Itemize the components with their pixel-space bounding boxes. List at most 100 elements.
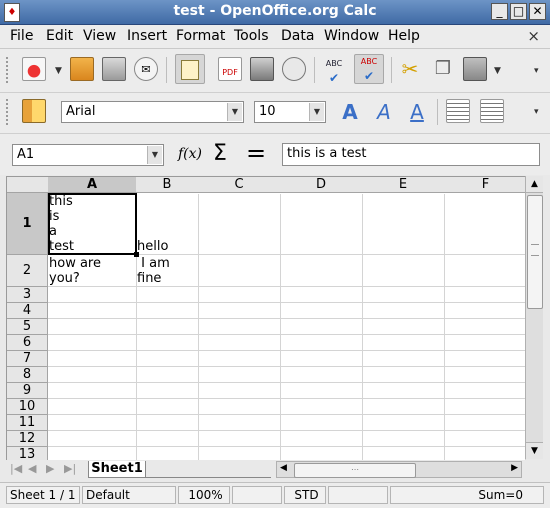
grid-line <box>48 302 526 303</box>
email-icon[interactable]: ✉ <box>134 57 158 81</box>
menu-help[interactable]: Help <box>388 28 420 44</box>
autospellcheck-icon[interactable]: ABC ✔ <box>354 54 384 84</box>
status-selection-mode[interactable]: STD <box>284 486 326 504</box>
row-header-10[interactable]: 10 <box>7 399 48 415</box>
status-zoom[interactable]: 100% <box>178 486 230 504</box>
new-document-icon[interactable] <box>22 57 46 81</box>
next-sheet-icon[interactable]: ▶ <box>46 462 54 475</box>
menu-tools[interactable]: Tools <box>234 28 269 44</box>
font-name-box[interactable]: Arial ▼ <box>61 101 244 123</box>
page-preview-icon[interactable] <box>282 57 306 81</box>
edit-file-icon[interactable] <box>175 54 205 84</box>
row-header-13[interactable]: 13 <box>7 447 48 460</box>
open-icon[interactable] <box>70 57 94 81</box>
vertical-scrollbar[interactable]: ▲ ▼ <box>525 176 543 459</box>
function-wizard-icon[interactable]: f(x) <box>178 146 202 162</box>
cut-icon[interactable]: ✂ <box>398 57 422 81</box>
close-document-button[interactable]: × <box>527 27 540 45</box>
column-header-d[interactable]: D <box>280 177 363 193</box>
standard-toolbar: ▼ ✉ PDF ABC ✔ ABC ✔ ✂ ❐ ▼ ▾ <box>0 49 550 93</box>
spellcheck-icon[interactable]: ABC ✔ <box>322 57 346 85</box>
toolbar-overflow-icon[interactable]: ▾ <box>534 66 539 76</box>
toolbar-grip[interactable] <box>6 57 12 83</box>
align-center-icon[interactable] <box>480 99 504 123</box>
name-box[interactable]: A1 ▼ <box>12 144 164 166</box>
tab-area-divider <box>146 463 271 478</box>
copy-icon[interactable]: ❐ <box>431 57 455 81</box>
status-sum: Sum=0 <box>390 486 544 504</box>
row-header-4[interactable]: 4 <box>7 303 48 319</box>
scroll-right-icon[interactable]: ▶ <box>511 463 518 473</box>
column-header-b[interactable]: B <box>136 177 199 193</box>
paste-icon[interactable] <box>463 57 487 81</box>
maximize-button[interactable]: □ <box>510 3 527 20</box>
row-header-11[interactable]: 11 <box>7 415 48 431</box>
print-icon[interactable] <box>250 57 274 81</box>
paste-dropdown-icon[interactable]: ▼ <box>494 66 501 76</box>
toolbar-overflow-icon[interactable]: ▾ <box>534 107 539 117</box>
export-pdf-icon[interactable]: PDF <box>218 57 242 81</box>
save-icon[interactable] <box>102 57 126 81</box>
toolbar-separator <box>437 99 438 125</box>
row-header-8[interactable]: 8 <box>7 367 48 383</box>
status-modified-indicator <box>232 486 282 504</box>
styles-icon[interactable] <box>22 99 46 123</box>
menu-window[interactable]: Window <box>324 28 379 44</box>
underline-icon[interactable]: A <box>405 99 429 124</box>
close-window-button[interactable]: ✕ <box>529 3 546 20</box>
horizontal-scrollbar[interactable]: ◀ ⋯ ▶ <box>276 461 522 478</box>
minimize-button[interactable]: _ <box>491 3 508 20</box>
cell-b1[interactable]: hello <box>137 239 168 254</box>
chevron-down-icon[interactable]: ▼ <box>227 103 242 121</box>
menu-view[interactable]: View <box>83 28 116 44</box>
toolbar-separator <box>391 57 392 83</box>
row-header-3[interactable]: 3 <box>7 287 48 303</box>
cell-b2[interactable]: I am fine <box>137 256 170 286</box>
fill-handle[interactable] <box>134 252 139 257</box>
menu-bar: File Edit View Insert Format Tools Data … <box>0 25 550 49</box>
sum-icon[interactable]: Σ <box>213 141 227 166</box>
horizontal-scroll-thumb[interactable]: ⋯ <box>294 463 416 478</box>
prev-sheet-icon[interactable]: ◀ <box>28 462 36 475</box>
window-title: test - OpenOffice.org Calc <box>173 3 377 19</box>
row-header-7[interactable]: 7 <box>7 351 48 367</box>
column-header-a[interactable]: A <box>48 177 137 193</box>
first-sheet-icon[interactable]: |◀ <box>10 462 22 475</box>
formatting-toolbar: Arial ▼ 10 ▼ A A A ▾ <box>0 93 550 134</box>
font-size-box[interactable]: 10 ▼ <box>254 101 326 123</box>
scroll-left-icon[interactable]: ◀ <box>280 463 287 473</box>
column-header-c[interactable]: C <box>198 177 281 193</box>
scroll-up-icon[interactable]: ▲ <box>526 176 543 193</box>
menu-file[interactable]: File <box>10 28 33 44</box>
row-header-9[interactable]: 9 <box>7 383 48 399</box>
menu-edit[interactable]: Edit <box>46 28 73 44</box>
cell-a2[interactable]: how are you? <box>49 256 101 286</box>
row-header-6[interactable]: 6 <box>7 335 48 351</box>
column-header-e[interactable]: E <box>362 177 445 193</box>
menu-insert[interactable]: Insert <box>127 28 167 44</box>
menu-data[interactable]: Data <box>281 28 314 44</box>
scroll-down-icon[interactable]: ▼ <box>526 442 543 459</box>
menu-format[interactable]: Format <box>176 28 225 44</box>
status-page-style[interactable]: Default <box>82 486 176 504</box>
row-header-5[interactable]: 5 <box>7 319 48 335</box>
toolbar-grip[interactable] <box>6 99 12 125</box>
status-signature <box>328 486 388 504</box>
formula-equals-icon[interactable]: = <box>246 139 266 167</box>
row-header-12[interactable]: 12 <box>7 431 48 447</box>
sheet-tab-sheet1[interactable]: Sheet1 <box>88 461 146 478</box>
spreadsheet-grid[interactable]: A B C D E F 1 2 3 4 5 6 7 8 9 10 11 12 1… <box>6 176 526 460</box>
row-header-2[interactable]: 2 <box>7 255 48 287</box>
align-left-icon[interactable] <box>446 99 470 123</box>
bold-icon[interactable]: A <box>338 99 362 124</box>
chevron-down-icon[interactable]: ▼ <box>309 103 324 121</box>
formula-input[interactable]: this is a test <box>282 143 540 166</box>
new-dropdown-icon[interactable]: ▼ <box>55 66 62 76</box>
scroll-thumb[interactable] <box>527 195 543 309</box>
select-all-corner[interactable] <box>7 177 49 193</box>
column-header-f[interactable]: F <box>444 177 526 193</box>
last-sheet-icon[interactable]: ▶| <box>64 462 76 475</box>
chevron-down-icon[interactable]: ▼ <box>147 146 162 164</box>
italic-icon[interactable]: A <box>372 99 396 124</box>
row-header-1[interactable]: 1 <box>7 193 48 255</box>
